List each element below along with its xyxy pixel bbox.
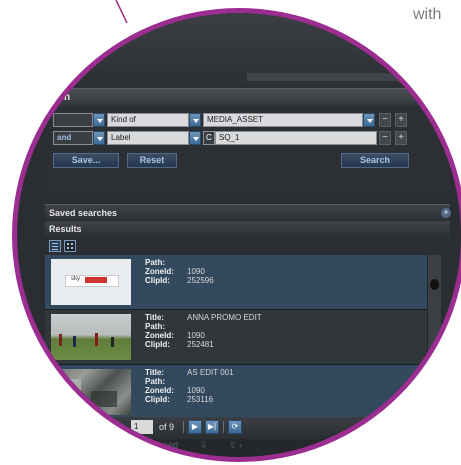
clip-label: ClipId: (145, 395, 170, 404)
operator-select-1[interactable] (53, 113, 93, 127)
list-item[interactable]: Title: AS EDIT 001 Path: ZoneId: 1090 Clip… (45, 365, 427, 417)
results-list: sky Path: ZoneId: 1090 ClipId: 252596 Ti… (45, 255, 427, 417)
reset-button[interactable]: Reset (127, 153, 177, 168)
app-top-band (17, 13, 461, 88)
zone-label: ZoneId: (145, 386, 174, 395)
clip-value: 252481 (187, 340, 214, 349)
saved-searches-label: Saved searches (49, 208, 118, 218)
path-label: Path: (145, 377, 165, 386)
operator-dropdown-1-icon[interactable] (93, 113, 105, 127)
value-input-2[interactable]: SQ_1 (215, 131, 377, 145)
magnifier-lens: arch Kind of MEDIA_ASSET − + and Label C… (17, 13, 461, 457)
results-scrollbar[interactable] (427, 255, 441, 417)
list-item[interactable]: sky Path: ZoneId: 1090 ClipId: 252596 (45, 255, 427, 310)
displaying-status: Displaying 1 (368, 422, 418, 432)
zone-value: 1090 (187, 386, 205, 395)
field-dropdown-2-icon[interactable] (189, 131, 201, 145)
field-select-2[interactable]: Label (107, 131, 189, 145)
next-page-icon[interactable]: ▶ (188, 420, 202, 434)
clip-thumbnail (51, 369, 131, 415)
clip-label: ClipId: (145, 340, 170, 349)
pagination-bar: Page 1 of 9 ▶ ▶| ⟳ Displaying 1 (45, 417, 450, 439)
zone-value: 1090 (187, 331, 205, 340)
zone-value: 1090 (187, 267, 205, 276)
save-button[interactable]: Save... (53, 153, 119, 168)
last-page-icon[interactable]: ▶| (205, 420, 219, 434)
path-label: Path: (145, 322, 165, 331)
clip-value: 253116 (187, 395, 214, 404)
view-toggle-bar (45, 238, 450, 255)
path-label: Path: (145, 258, 165, 267)
clip-label: ClipId: (145, 276, 170, 285)
faded-toolbar: Speed ⇩ ⇧ › (17, 439, 461, 457)
clip-metadata: Title: AS EDIT 001 Path: ZoneId: 1090 Clip… (145, 368, 234, 404)
saved-searches-header[interactable]: Saved searches » (45, 204, 451, 220)
results-header: Results (45, 221, 450, 237)
title-label: Title: (145, 313, 164, 322)
search-panel: Kind of MEDIA_ASSET − + and Label C SQ_1… (45, 106, 450, 194)
refresh-icon[interactable]: ⟳ (228, 420, 242, 434)
search-button[interactable]: Search (341, 153, 409, 168)
clip-value: 252596 (187, 276, 214, 285)
value-input-1[interactable]: MEDIA_ASSET (203, 113, 363, 127)
list-view-icon[interactable] (49, 240, 61, 252)
page-label: Page (105, 422, 127, 432)
speed-label: Speed (152, 440, 179, 450)
upload-icon: ⇧ › (229, 440, 243, 450)
field-select-1[interactable]: Kind of (107, 113, 189, 127)
download-icon: ⇩ (200, 440, 208, 450)
condition-select-2[interactable]: C (203, 131, 215, 145)
operator-select-2[interactable]: and (53, 131, 93, 145)
title-label: Title: (145, 368, 164, 377)
list-item[interactable]: Title: ANNA PROMO EDIT Path: ZoneId: 1090 … (45, 310, 427, 365)
zone-label: ZoneId: (145, 331, 174, 340)
title-value: AS EDIT 001 (187, 368, 234, 377)
field-dropdown-1-icon[interactable] (189, 113, 201, 127)
search-panel-header: arch (45, 88, 449, 106)
zone-label: ZoneId: (145, 267, 174, 276)
thumbnail-logo: sky (71, 276, 80, 282)
add-row-1-button[interactable]: + (395, 113, 407, 127)
value-dropdown-1-icon[interactable] (363, 113, 375, 127)
title-value: ANNA PROMO EDIT (187, 313, 262, 322)
clip-thumbnail (51, 314, 131, 360)
grid-view-icon[interactable] (64, 240, 76, 252)
page-count: of 9 (159, 422, 175, 432)
remove-row-1-button[interactable]: − (379, 113, 391, 127)
clip-thumbnail: sky (51, 259, 131, 305)
page-input[interactable]: 1 (131, 420, 153, 434)
operator-dropdown-2-icon[interactable] (93, 131, 105, 145)
clip-metadata: Title: ANNA PROMO EDIT Path: ZoneId: 1090 … (145, 313, 262, 349)
add-row-2-button[interactable]: + (395, 131, 407, 145)
collapse-icon[interactable]: » (441, 208, 451, 218)
remove-row-2-button[interactable]: − (379, 131, 391, 145)
scroll-thumb[interactable] (430, 279, 439, 290)
clip-metadata: Path: ZoneId: 1090 ClipId: 252596 (145, 258, 214, 285)
